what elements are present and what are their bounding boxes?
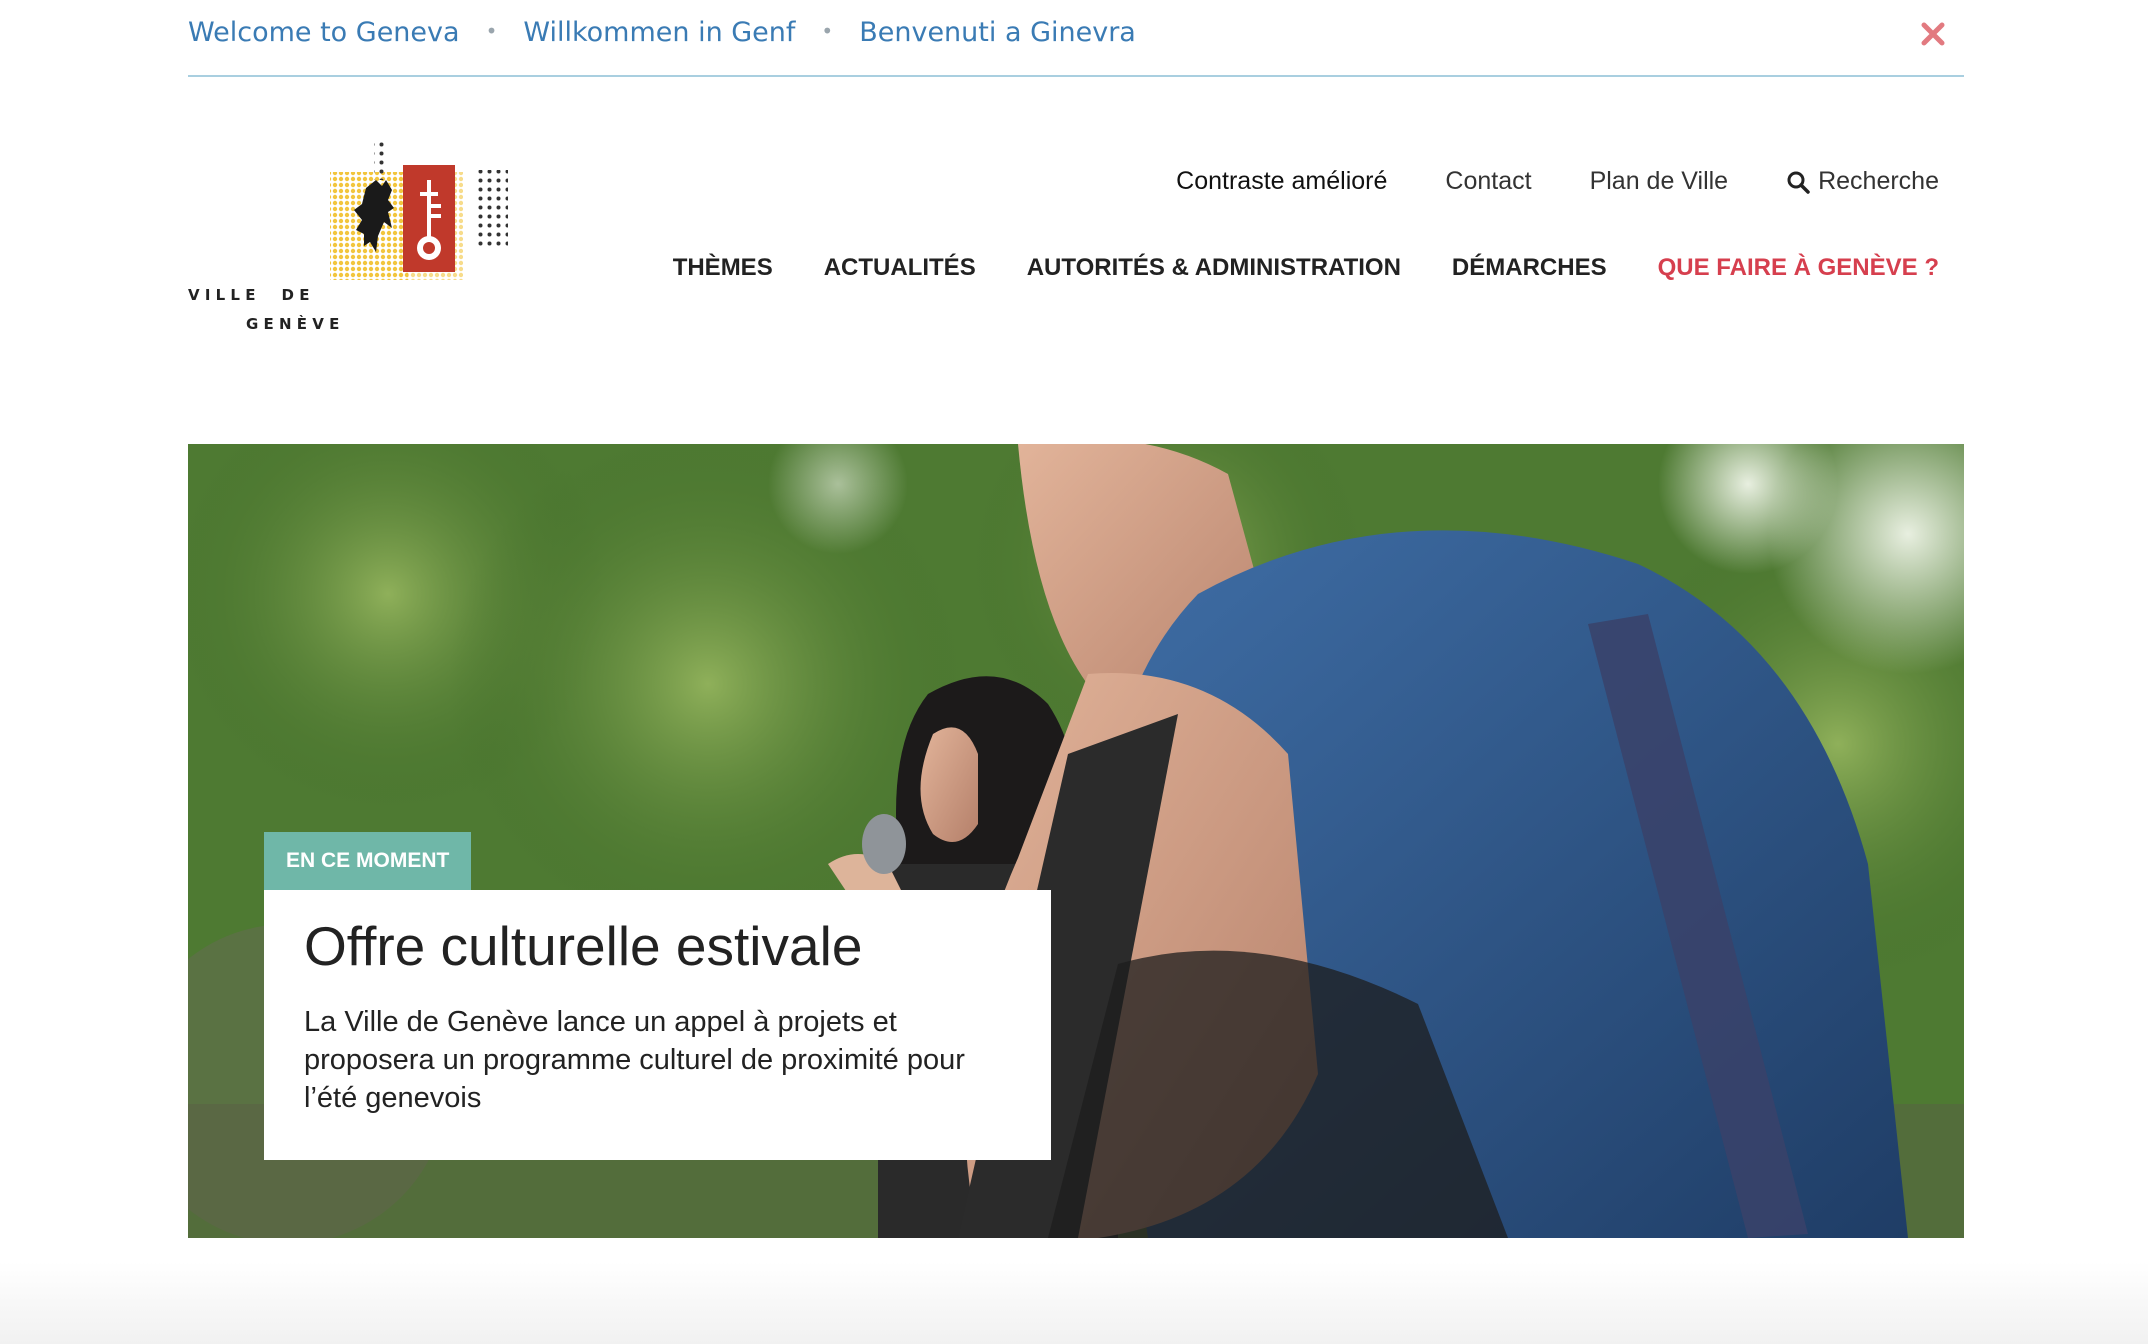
hero-title[interactable]: Offre culturelle estivale [304,916,1011,977]
nav-item-what-to-do[interactable]: QUE FAIRE À GENÈVE ? [1658,254,1939,282]
separator-dot: • [485,18,498,43]
separator-dot: • [821,18,834,43]
nav-item-authorities[interactable]: AUTORITÉS & ADMINISTRATION [1027,254,1401,282]
language-bar: Welcome to Geneva • Willkommen in Genf •… [188,0,1964,77]
city-map-link[interactable]: Plan de Ville [1590,167,1729,196]
close-x-icon[interactable] [1917,18,1949,50]
nav-item-themes[interactable]: THÈMES [673,254,773,282]
page-bottom-divider [0,1262,2148,1344]
logo-line-2: G E N È V E [246,315,340,333]
search-icon [1787,171,1810,194]
hero-description: La Ville de Genève lance un appel à proj… [304,1005,965,1114]
utility-nav: Contraste amélioré Contact Plan de Ville… [1176,167,1939,196]
lang-link-de[interactable]: Willkommen in Genf [523,17,795,48]
logo-line-1: V I L L E D E [188,286,310,304]
hero-card[interactable]: Offre culturelle estivale La Ville de Ge… [264,890,1051,1160]
status-badge: EN CE MOMENT [264,832,472,890]
nav-item-procedures[interactable]: DÉMARCHES [1452,254,1607,282]
lang-link-en[interactable]: Welcome to Geneva [188,17,460,48]
lang-link-it[interactable]: Benvenuti a Ginevra [859,17,1136,48]
contrast-toggle[interactable]: Contraste amélioré [1176,167,1387,196]
search-label: Recherche [1818,167,1939,195]
language-links: Welcome to Geneva • Willkommen in Genf •… [188,17,1136,48]
main-nav: THÈMES ACTUALITÉS AUTORITÉS & ADMINISTRA… [673,254,1939,282]
contact-link[interactable]: Contact [1445,167,1531,196]
search-button[interactable]: Recherche [1786,167,1939,196]
ville-de-geneve-logo[interactable]: V I L L E D E G E N È V E [188,140,518,340]
geneva-coat-of-arms-icon [330,140,508,280]
nav-item-news[interactable]: ACTUALITÉS [824,254,976,282]
